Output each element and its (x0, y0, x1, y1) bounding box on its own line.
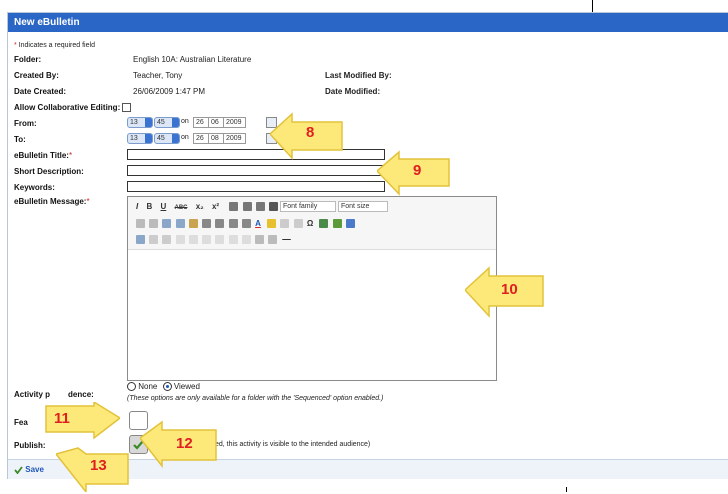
message-label-row: eBulletin Message:* (14, 197, 90, 206)
publish-label: Publish: (14, 441, 46, 450)
row-insert-icon[interactable] (175, 235, 185, 245)
window-title: New eBulletin (8, 13, 728, 32)
horizontal-rule-icon[interactable] (281, 239, 291, 244)
bold-button[interactable]: B (146, 202, 152, 211)
visual-aid-icon[interactable] (268, 235, 278, 245)
activity-note: (These options are only available for a … (127, 395, 384, 402)
align-center-icon[interactable] (242, 202, 252, 212)
special-character-icon[interactable]: Ω (307, 219, 313, 228)
date-created-row: Date Created: 26/06/2009 1:47 PM Date Mo… (14, 87, 714, 96)
underline-button[interactable]: U (160, 202, 166, 211)
row-delete-icon[interactable] (188, 235, 198, 245)
table-props-icon[interactable] (162, 235, 172, 245)
activity-options: None Viewed (127, 382, 200, 392)
featured-label: Fea (14, 418, 28, 427)
to-year-field[interactable]: 2009 (223, 133, 246, 144)
paste-icon[interactable] (188, 219, 198, 229)
keywords-input[interactable] (127, 181, 385, 192)
split-cells-icon[interactable] (241, 235, 251, 245)
to-label: To: (14, 135, 26, 144)
hr-icon[interactable] (255, 235, 265, 245)
copy-icon[interactable] (175, 219, 185, 229)
to-on-text: on (181, 134, 189, 141)
callout-arrow: 8 (268, 112, 348, 162)
from-minute-select[interactable]: 45 (154, 117, 180, 128)
keywords-label: Keywords: (14, 183, 55, 192)
align-justify-icon[interactable] (269, 202, 279, 212)
editor-toolbar: I B U ABC x₂ x² Font family Font size A … (128, 197, 496, 250)
italic-button[interactable]: I (136, 202, 138, 211)
folder-row: Folder: English 10A: Australian Literatu… (14, 55, 714, 64)
allow-collab-row: Allow Collaborative Editing: (14, 103, 132, 113)
created-by-label: Created By: (14, 71, 59, 80)
superscript-button[interactable]: x² (212, 202, 219, 211)
date-modified-label: Date Modified: (325, 87, 381, 96)
align-right-icon[interactable] (255, 202, 265, 212)
bullet-list-icon[interactable] (202, 219, 212, 229)
required-note: * Indicates a required field (14, 42, 95, 49)
insert-table-icon[interactable] (149, 235, 159, 245)
activity-none-label: None (138, 382, 158, 391)
rich-text-editor[interactable]: I B U ABC x₂ x² Font family Font size A … (127, 196, 497, 381)
short-desc-label: Short Description: (14, 167, 84, 176)
allow-collab-label: Allow Collaborative Editing: (14, 103, 121, 112)
crop-mark (566, 487, 567, 492)
font-size-select[interactable]: Font size (338, 201, 388, 212)
activity-viewed-label: Viewed (173, 382, 200, 391)
to-minute-select[interactable]: 45 (154, 133, 180, 144)
from-on-text: on (181, 118, 189, 125)
created-by-value: Teacher, Tony (133, 71, 183, 80)
media-icon[interactable] (319, 219, 329, 229)
callout-arrow: 13 (54, 446, 132, 494)
activity-none-radio[interactable] (127, 382, 136, 392)
numbered-list-icon[interactable] (215, 219, 225, 229)
created-by-row: Created By: Teacher, Tony Last Modified … (14, 71, 714, 80)
align-left-icon[interactable] (229, 202, 239, 212)
unlink-icon[interactable] (293, 219, 303, 229)
redo-icon[interactable] (149, 219, 159, 229)
edit-html-icon[interactable] (136, 235, 145, 245)
font-family-select[interactable]: Font family (280, 201, 336, 212)
title-label-row: eBulletin Title:* (14, 151, 73, 160)
link-icon[interactable] (280, 219, 290, 229)
col-delete-icon[interactable] (215, 235, 225, 245)
editor-toolbar-row3 (136, 235, 293, 245)
from-hour-select[interactable]: 13 (127, 117, 153, 128)
editor-format-buttons: I B U ABC x₂ x² (136, 202, 280, 212)
col-insert-icon[interactable] (202, 235, 212, 245)
folder-value: English 10A: Australian Literature (133, 55, 252, 64)
subscript-button[interactable]: x₂ (196, 202, 204, 211)
date-created-value: 26/06/2009 1:47 PM (133, 87, 206, 96)
outdent-icon[interactable] (228, 219, 238, 229)
check-icon (14, 466, 23, 475)
activity-precedence-label: Activity p dence: (14, 390, 94, 399)
callout-arrow: 11 (40, 400, 122, 442)
table-icon[interactable] (345, 219, 355, 229)
activity-viewed-radio[interactable] (162, 382, 172, 392)
to-hour-select[interactable]: 13 (127, 133, 153, 144)
strikethrough-button[interactable]: ABC (175, 205, 188, 211)
merge-cells-icon[interactable] (228, 235, 238, 245)
save-button[interactable]: Save (14, 465, 44, 475)
highlight-icon[interactable] (267, 219, 277, 229)
from-year-field[interactable]: 2009 (223, 117, 246, 128)
image-icon[interactable] (332, 219, 342, 229)
text-color-icon[interactable]: A (255, 219, 261, 228)
callout-arrow: 10 (463, 266, 549, 320)
indent-icon[interactable] (241, 219, 251, 229)
callout-arrow: 9 (375, 150, 455, 198)
date-created-label: Date Created: (14, 87, 67, 96)
from-label: From: (14, 119, 37, 128)
folder-label: Folder: (14, 55, 42, 64)
undo-icon[interactable] (136, 219, 145, 229)
callout-arrow: 12 (138, 420, 220, 469)
cut-icon[interactable] (162, 219, 172, 229)
short-description-input[interactable] (127, 165, 385, 176)
publish-note: cked, this activity is visible to the in… (208, 441, 371, 448)
editor-toolbar-row2: A Ω (136, 219, 357, 229)
last-modified-by-label: Last Modified By: (325, 71, 392, 80)
allow-collab-checkbox[interactable] (122, 103, 132, 113)
